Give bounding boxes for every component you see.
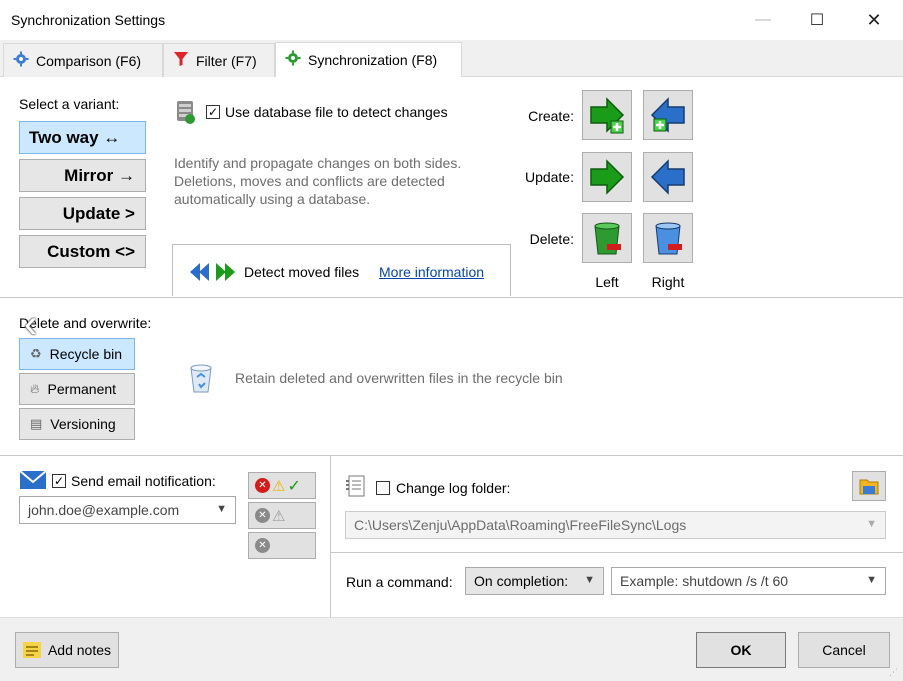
warning-icon: ⚠ (272, 507, 286, 525)
update-right-button[interactable] (643, 152, 693, 202)
section-divider (0, 455, 903, 456)
email-checkbox-label: Send email notification: (71, 473, 216, 489)
log-folder-path: C:\Users\Zenju\AppData\Roaming\FreeFileS… (345, 511, 886, 539)
versions-icon: ▤ (30, 416, 43, 431)
browse-folder-button[interactable] (852, 471, 886, 501)
resize-grip-icon[interactable]: ⋰ (889, 667, 898, 678)
variant-heading: Select a variant: (19, 96, 120, 112)
delete-left-icon (594, 222, 621, 255)
moved-files-icon (190, 262, 236, 285)
right-column-label: Right (651, 274, 685, 290)
command-placeholder: Example: shutdown /s /t 60 (620, 573, 789, 589)
recycle-bin-button[interactable]: ♻ Recycle bin (19, 338, 135, 370)
deletion-description: Retain deleted and overwritten files in … (235, 370, 563, 386)
tab-label: Synchronization (F8) (308, 52, 438, 68)
create-right-button[interactable] (643, 90, 693, 140)
left-column-label: Left (595, 274, 619, 290)
database-icon (175, 99, 197, 128)
recycle-icon: ♻ (30, 346, 42, 361)
mail-icon (19, 470, 47, 493)
section-divider (331, 552, 903, 553)
add-notes-label: Add notes (47, 642, 112, 658)
recycle-bin-label: Recycle bin (49, 346, 123, 362)
chevron-down-icon: ▼ (584, 574, 595, 586)
variant-mirror-button[interactable]: Mirror → (19, 159, 146, 192)
log-checkbox-row[interactable]: Change log folder: (376, 480, 510, 496)
more-information-link[interactable]: More information (379, 264, 484, 280)
versioning-label: Versioning (50, 416, 116, 432)
cancel-button[interactable]: Cancel (798, 632, 890, 668)
create-label: Create: (528, 108, 574, 124)
log-checkbox[interactable] (376, 481, 390, 495)
ok-button[interactable]: OK (696, 632, 786, 668)
tab-label: Filter (F7) (196, 52, 257, 69)
moved-files-label: Detect moved files (244, 264, 360, 280)
log-checkbox-label: Change log folder: (396, 480, 511, 496)
permanent-button[interactable]: 🔥︎ Permanent (19, 373, 135, 405)
update-left-icon (590, 159, 625, 195)
update-label: Update: (524, 169, 574, 185)
deletion-heading: Delete and overwrite: (19, 315, 152, 331)
gear-green-icon (285, 50, 301, 70)
chevron-down-icon: ▼ (866, 574, 877, 586)
error-icon: ✕ (255, 508, 270, 523)
delete-right-icon (655, 222, 682, 255)
update-right-icon (650, 159, 685, 195)
database-checkbox-row[interactable]: ✓ Use database file to detect changes (206, 104, 448, 120)
delete-left-button[interactable] (582, 213, 632, 263)
notes-icon (22, 642, 41, 658)
tab-label: Comparison (F6) (36, 52, 142, 69)
vertical-divider (330, 456, 331, 617)
permanent-label: Permanent (47, 381, 117, 397)
run-command-when-value: On completion: (474, 573, 569, 589)
log-folder-path-value: C:\Users\Zenju\AppData\Roaming\FreeFileS… (354, 517, 687, 533)
maximize-button[interactable]: ☐ (794, 0, 840, 40)
notify-all-button[interactable]: ✕ ⚠ ✓ (248, 472, 316, 499)
log-icon (346, 474, 366, 501)
variant-two-way-button[interactable]: Two way ↔ (19, 121, 146, 154)
email-address-combo[interactable]: john.doe@example.com ▼ (19, 496, 236, 524)
chevron-down-icon: ▼ (216, 503, 227, 515)
variant-custom-button[interactable]: Custom <> (19, 235, 146, 268)
delete-label: Delete: (529, 231, 574, 247)
run-command-label: Run a command: (346, 574, 453, 590)
run-command-when-select[interactable]: On completion: ▼ (465, 567, 604, 595)
tab-comparison[interactable]: Comparison (F6) (3, 43, 163, 77)
success-icon: ✓ (287, 477, 301, 495)
email-address-value: john.doe@example.com (28, 502, 180, 518)
recycle-bin-icon (186, 362, 216, 397)
tab-filter[interactable]: Filter (F7) (163, 43, 275, 77)
close-button[interactable]: ✕ (851, 0, 897, 40)
database-description: Identify and propagate changes on both s… (174, 155, 462, 207)
create-right-icon (650, 97, 685, 133)
tab-synchronization[interactable]: Synchronization (F8) (275, 42, 462, 77)
email-checkbox[interactable]: ✓ (52, 474, 66, 488)
gear-icon (13, 51, 29, 71)
email-checkbox-row[interactable]: ✓ Send email notification: (52, 473, 216, 489)
database-checkbox[interactable]: ✓ (206, 105, 220, 119)
error-icon: ✕ (255, 478, 270, 493)
command-input[interactable]: Example: shutdown /s /t 60 ▼ (611, 567, 886, 595)
delete-right-button[interactable] (643, 213, 693, 263)
section-divider (0, 297, 903, 298)
warning-icon: ⚠ (272, 477, 286, 495)
folder-icon (859, 479, 879, 495)
minimize-button[interactable]: — (740, 0, 786, 40)
versioning-button[interactable]: ▤ Versioning (19, 408, 135, 440)
chevron-down-icon: ▼ (866, 518, 877, 530)
create-left-button[interactable] (582, 90, 632, 140)
notify-errors-button[interactable]: ✕ (248, 532, 316, 559)
add-notes-button[interactable]: Add notes (15, 632, 119, 668)
error-icon: ✕ (255, 538, 270, 553)
database-checkbox-label: Use database file to detect changes (225, 104, 448, 120)
window-title: Synchronization Settings (11, 12, 166, 28)
update-left-button[interactable] (582, 152, 632, 202)
funnel-icon (173, 51, 189, 71)
variant-update-button[interactable]: Update > (19, 197, 146, 230)
notify-errors-warnings-button[interactable]: ✕ ⚠ (248, 502, 316, 529)
create-left-icon (590, 97, 625, 134)
flame-icon: 🔥︎ (30, 381, 40, 396)
